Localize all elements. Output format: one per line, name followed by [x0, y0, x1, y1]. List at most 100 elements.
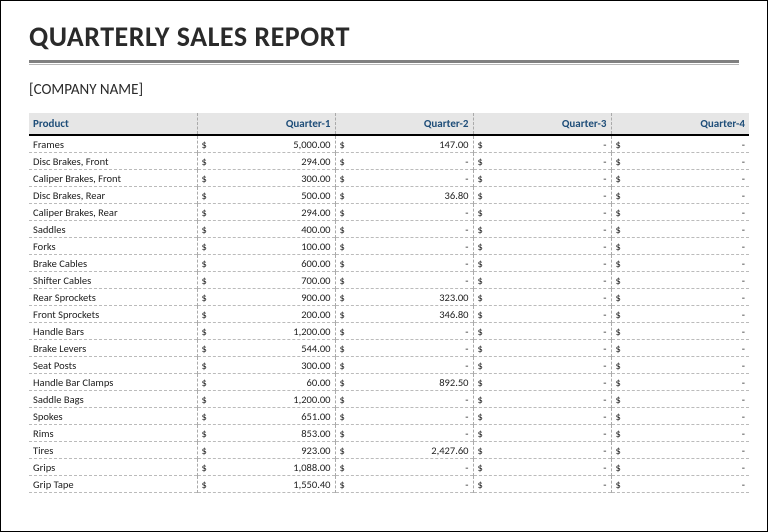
- quarter-cell: $-: [473, 391, 611, 408]
- quarter-cell: $-: [473, 238, 611, 255]
- cell-value: 892.50: [345, 376, 469, 389]
- product-cell: Spokes: [29, 408, 197, 425]
- quarter-cell: $294.00: [197, 204, 335, 221]
- cell-value: -: [483, 461, 607, 474]
- company-name: [COMPANY NAME]: [29, 81, 739, 99]
- quarter-cell: $-: [473, 272, 611, 289]
- table-row: Saddle Bags$1,200.00$-$-$-: [29, 391, 749, 408]
- cell-value: -: [345, 393, 469, 406]
- cell-value: 651.00: [207, 410, 331, 423]
- quarter-cell: $1,200.00: [197, 391, 335, 408]
- quarter-cell: $923.00: [197, 442, 335, 459]
- quarter-cell: $200.00: [197, 306, 335, 323]
- quarter-cell: $-: [473, 306, 611, 323]
- cell-value: 200.00: [207, 308, 331, 321]
- product-cell: Grip Tape: [29, 476, 197, 493]
- cell-value: -: [621, 376, 745, 389]
- quarter-cell: $323.00: [335, 289, 473, 306]
- quarter-cell: $-: [335, 272, 473, 289]
- cell-value: -: [345, 155, 469, 168]
- cell-value: -: [345, 342, 469, 355]
- cell-value: -: [621, 206, 745, 219]
- quarter-cell: $-: [611, 204, 749, 221]
- cell-value: -: [483, 274, 607, 287]
- table-row: Handle Bar Clamps$60.00$892.50$-$-: [29, 374, 749, 391]
- quarter-cell: $853.00: [197, 425, 335, 442]
- table-row: Saddles$400.00$-$-$-: [29, 221, 749, 238]
- cell-value: 500.00: [207, 189, 331, 202]
- product-cell: Caliper Brakes, Front: [29, 170, 197, 187]
- cell-value: -: [345, 427, 469, 440]
- product-cell: Frames: [29, 135, 197, 153]
- col-q3: Quarter-3: [473, 113, 611, 135]
- quarter-cell: $-: [473, 135, 611, 153]
- cell-value: -: [621, 342, 745, 355]
- cell-value: -: [621, 291, 745, 304]
- cell-value: -: [621, 393, 745, 406]
- cell-value: -: [345, 223, 469, 236]
- quarter-cell: $-: [473, 357, 611, 374]
- quarter-cell: $36.80: [335, 187, 473, 204]
- cell-value: -: [483, 308, 607, 321]
- quarter-cell: $294.00: [197, 153, 335, 170]
- quarter-cell: $-: [611, 135, 749, 153]
- product-cell: Seat Posts: [29, 357, 197, 374]
- cell-value: -: [345, 172, 469, 185]
- quarter-cell: $60.00: [197, 374, 335, 391]
- cell-value: -: [345, 274, 469, 287]
- quarter-cell: $-: [335, 170, 473, 187]
- cell-value: -: [483, 206, 607, 219]
- quarter-cell: $-: [611, 170, 749, 187]
- product-cell: Saddle Bags: [29, 391, 197, 408]
- quarter-cell: $300.00: [197, 357, 335, 374]
- cell-value: -: [621, 359, 745, 372]
- cell-value: -: [345, 257, 469, 270]
- cell-value: 853.00: [207, 427, 331, 440]
- quarter-cell: $1,550.40: [197, 476, 335, 493]
- quarter-cell: $-: [473, 442, 611, 459]
- quarter-cell: $-: [611, 340, 749, 357]
- cell-value: 2,427.60: [345, 444, 469, 457]
- quarter-cell: $1,088.00: [197, 459, 335, 476]
- quarter-cell: $892.50: [335, 374, 473, 391]
- product-cell: Saddles: [29, 221, 197, 238]
- product-cell: Rear Sprockets: [29, 289, 197, 306]
- cell-value: -: [621, 172, 745, 185]
- cell-value: -: [483, 257, 607, 270]
- cell-value: -: [483, 138, 607, 151]
- cell-value: -: [483, 376, 607, 389]
- cell-value: 346.80: [345, 308, 469, 321]
- quarter-cell: $5,000.00: [197, 135, 335, 153]
- quarter-cell: $-: [335, 323, 473, 340]
- quarter-cell: $-: [611, 238, 749, 255]
- quarter-cell: $-: [335, 255, 473, 272]
- product-cell: Shifter Cables: [29, 272, 197, 289]
- cell-value: -: [345, 359, 469, 372]
- table-row: Grip Tape$1,550.40$-$-$-: [29, 476, 749, 493]
- product-cell: Handle Bar Clamps: [29, 374, 197, 391]
- product-cell: Rims: [29, 425, 197, 442]
- product-cell: Grips: [29, 459, 197, 476]
- quarter-cell: $400.00: [197, 221, 335, 238]
- cell-value: 36.80: [345, 189, 469, 202]
- cell-value: 294.00: [207, 155, 331, 168]
- quarter-cell: $-: [611, 289, 749, 306]
- quarter-cell: $100.00: [197, 238, 335, 255]
- cell-value: -: [483, 291, 607, 304]
- quarter-cell: $-: [473, 221, 611, 238]
- cell-value: 5,000.00: [207, 138, 331, 151]
- quarter-cell: $-: [611, 323, 749, 340]
- table-row: Shifter Cables$700.00$-$-$-: [29, 272, 749, 289]
- quarter-cell: $-: [473, 459, 611, 476]
- cell-value: -: [483, 240, 607, 253]
- cell-value: 1,088.00: [207, 461, 331, 474]
- cell-value: 323.00: [345, 291, 469, 304]
- sales-table: Product Quarter-1 Quarter-2 Quarter-3 Qu…: [29, 113, 749, 493]
- table-row: Rims$853.00$-$-$-: [29, 425, 749, 442]
- quarter-cell: $-: [611, 255, 749, 272]
- quarter-cell: $-: [335, 476, 473, 493]
- table-row: Front Sprockets$200.00$346.80$-$-: [29, 306, 749, 323]
- quarter-cell: $346.80: [335, 306, 473, 323]
- quarter-cell: $-: [611, 357, 749, 374]
- col-q2: Quarter-2: [335, 113, 473, 135]
